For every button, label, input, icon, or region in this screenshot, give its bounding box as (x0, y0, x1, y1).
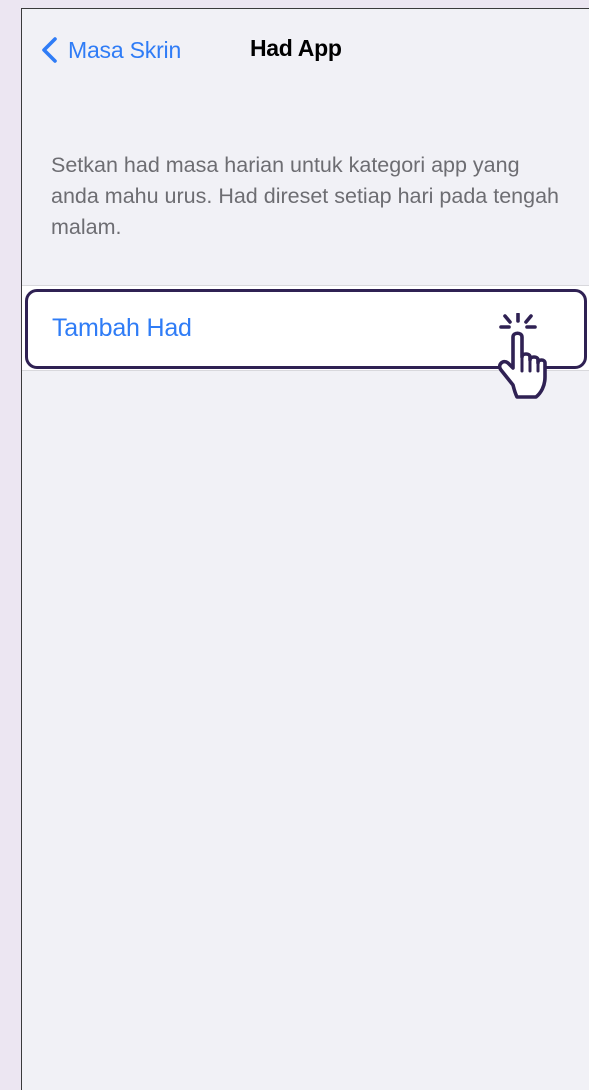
page-title: Had App (250, 35, 342, 61)
chevron-left-icon (42, 37, 57, 63)
navigation-bar: Masa Skrin Had App (22, 9, 589, 89)
add-limit-label: Tambah Had (52, 314, 192, 342)
back-button[interactable]: Masa Skrin (39, 35, 181, 65)
description-text: Setkan had masa harian untuk kategori ap… (51, 153, 559, 239)
tap-hand-icon (497, 313, 547, 399)
screen: Masa Skrin Had App Setkan had masa haria… (21, 8, 589, 1090)
back-button-label: Masa Skrin (68, 36, 182, 63)
